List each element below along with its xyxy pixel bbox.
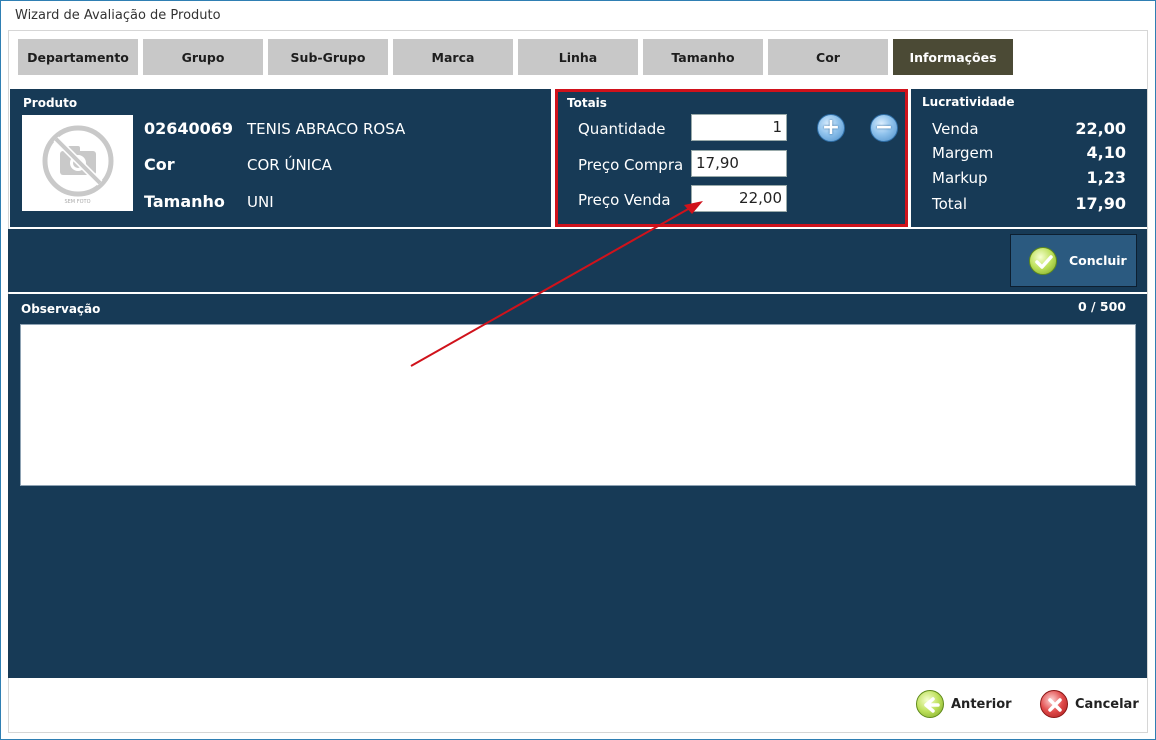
close-circle-icon bbox=[1040, 690, 1068, 718]
cancelar-button[interactable]: Cancelar bbox=[1040, 690, 1140, 720]
arrow-left-icon bbox=[916, 690, 944, 718]
annotation-arrow bbox=[410, 201, 703, 367]
anterior-label: Anterior bbox=[951, 697, 1012, 712]
anterior-button[interactable]: Anterior bbox=[916, 690, 1016, 720]
cancelar-label: Cancelar bbox=[1075, 697, 1139, 712]
